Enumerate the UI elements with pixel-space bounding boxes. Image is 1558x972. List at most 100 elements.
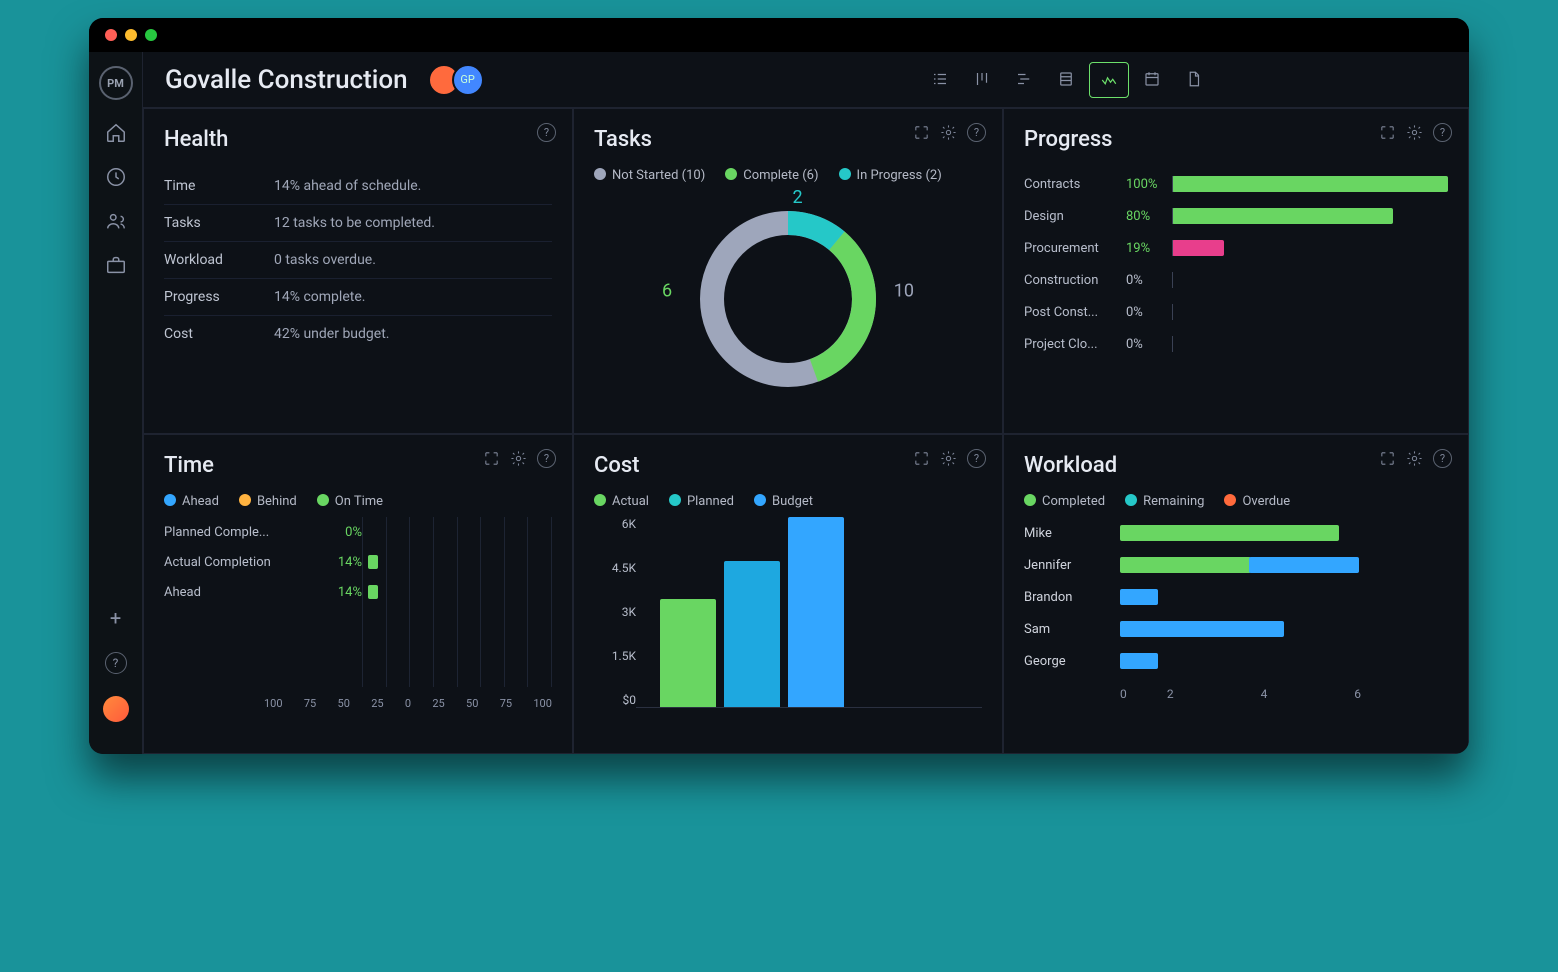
avatar-2[interactable]: GP (452, 64, 484, 96)
legend-item: Complete (6) (725, 168, 818, 183)
view-list-button[interactable] (921, 62, 959, 96)
time-label: Planned Comple... (164, 525, 316, 540)
expand-icon[interactable] (913, 124, 930, 141)
workload-bar (1120, 525, 1448, 541)
workload-row: Mike (1024, 517, 1448, 549)
health-label: Tasks (164, 215, 274, 231)
progress-label: Project Clo... (1024, 337, 1126, 352)
panel-help-icon[interactable]: ? (1433, 123, 1452, 142)
progress-bar (1172, 176, 1448, 192)
window-minimize-dot[interactable] (125, 29, 137, 41)
global-help-icon[interactable]: ? (105, 652, 127, 674)
current-user-avatar[interactable] (103, 696, 129, 722)
panel-time: ? Time Ahead Behind On Time Planned Comp… (143, 434, 573, 754)
progress-label: Procurement (1024, 241, 1126, 256)
view-sheet-button[interactable] (1047, 62, 1085, 96)
donut-label-inprogress: 2 (793, 187, 803, 208)
time-percent: 14% (316, 585, 368, 600)
window-zoom-dot[interactable] (145, 29, 157, 41)
progress-bar (1172, 272, 1448, 288)
health-label: Cost (164, 326, 274, 342)
workload-label: Mike (1024, 526, 1120, 541)
progress-bar (1172, 240, 1448, 256)
view-switcher (921, 62, 1213, 98)
progress-row: Design 80% (1024, 200, 1448, 232)
legend-item: In Progress (2) (839, 168, 942, 183)
expand-icon[interactable] (913, 450, 930, 467)
view-calendar-button[interactable] (1133, 62, 1171, 96)
people-icon[interactable] (105, 210, 127, 232)
cost-bar-chart: 6K4.5K3K1.5K$0 (594, 517, 982, 727)
dashboard-main: ? Health Time 14% ahead of schedule. Tas… (143, 108, 1469, 754)
progress-label: Contracts (1024, 177, 1126, 192)
progress-row: Project Clo... 0% (1024, 328, 1448, 360)
cost-bar-budget (788, 517, 844, 707)
health-label: Progress (164, 289, 274, 305)
workload-label: Sam (1024, 622, 1120, 637)
time-row: Planned Comple... 0% (164, 517, 552, 547)
panel-title: Health (164, 127, 552, 152)
health-row: Tasks 12 tasks to be completed. (164, 205, 552, 242)
workload-label: George (1024, 654, 1120, 669)
progress-label: Construction (1024, 273, 1126, 288)
progress-percent: 0% (1126, 337, 1172, 352)
progress-row: Contracts 100% (1024, 168, 1448, 200)
expand-icon[interactable] (1379, 450, 1396, 467)
health-value: 14% complete. (274, 289, 365, 305)
view-board-button[interactable] (963, 62, 1001, 96)
progress-percent: 0% (1126, 305, 1172, 320)
view-gantt-button[interactable] (1005, 62, 1043, 96)
donut-label-notstarted: 10 (894, 281, 914, 302)
gear-icon[interactable] (1406, 450, 1423, 467)
progress-percent: 80% (1126, 209, 1172, 224)
gear-icon[interactable] (940, 450, 957, 467)
header-bar: Govalle Construction GP (143, 52, 1469, 108)
workload-label: Brandon (1024, 590, 1120, 605)
workload-bar (1120, 589, 1448, 605)
window-close-dot[interactable] (105, 29, 117, 41)
progress-row: Post Const... 0% (1024, 296, 1448, 328)
home-icon[interactable] (105, 122, 127, 144)
view-dashboard-button[interactable] (1089, 62, 1129, 98)
health-label: Workload (164, 252, 274, 268)
panel-help-icon[interactable]: ? (537, 449, 556, 468)
member-avatars[interactable]: GP (428, 64, 484, 96)
panel-help-icon[interactable]: ? (1433, 449, 1452, 468)
gear-icon[interactable] (510, 450, 527, 467)
time-legend: Ahead Behind On Time (164, 494, 552, 509)
health-value: 14% ahead of schedule. (274, 178, 421, 194)
panel-workload: ? Workload Completed Remaining Overdue M… (1003, 434, 1469, 754)
time-percent: 0% (316, 525, 368, 540)
gear-icon[interactable] (1406, 124, 1423, 141)
workload-bar (1120, 557, 1448, 573)
expand-icon[interactable] (1379, 124, 1396, 141)
time-label: Ahead (164, 585, 316, 600)
gear-icon[interactable] (940, 124, 957, 141)
workload-row: Sam (1024, 613, 1448, 645)
time-row: Actual Completion 14% (164, 547, 552, 577)
app-logo[interactable]: PM (99, 66, 133, 100)
health-row: Progress 14% complete. (164, 279, 552, 316)
project-title: Govalle Construction (165, 65, 408, 95)
progress-bar (1172, 336, 1448, 352)
health-row: Time 14% ahead of schedule. (164, 168, 552, 205)
progress-label: Design (1024, 209, 1126, 224)
time-bar (368, 555, 378, 569)
expand-icon[interactable] (483, 450, 500, 467)
legend-item: Not Started (10) (594, 168, 705, 183)
panel-help-icon[interactable]: ? (967, 449, 986, 468)
health-value: 12 tasks to be completed. (274, 215, 435, 231)
panel-help-icon[interactable]: ? (967, 123, 986, 142)
panel-help-icon[interactable]: ? (537, 123, 556, 142)
time-bar (368, 585, 378, 599)
left-sidebar: PM + ? (89, 52, 143, 754)
progress-label: Post Const... (1024, 305, 1126, 320)
view-files-button[interactable] (1175, 62, 1213, 96)
progress-row: Construction 0% (1024, 264, 1448, 296)
progress-bar (1172, 208, 1448, 224)
time-percent: 14% (316, 555, 368, 570)
add-button[interactable]: + (110, 606, 121, 630)
briefcase-icon[interactable] (105, 254, 127, 276)
health-value: 42% under budget. (274, 326, 389, 342)
clock-icon[interactable] (105, 166, 127, 188)
